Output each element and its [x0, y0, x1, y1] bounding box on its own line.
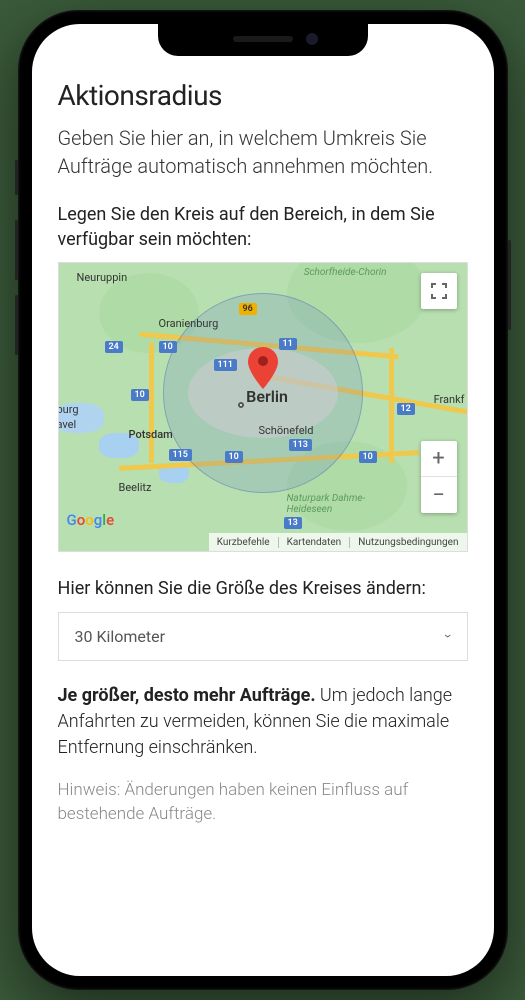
map-fullscreen-button[interactable]	[421, 273, 457, 309]
shield-a10-4: 10	[225, 451, 243, 463]
map-footer-links: Kurzbefehle Kartendaten Nutzungsbedingun…	[209, 533, 467, 551]
shield-a12: 12	[397, 403, 415, 415]
shield-a13: 13	[284, 517, 302, 529]
app-content[interactable]: Aktionsradius Geben Sie hier an, in welc…	[32, 24, 494, 976]
shield-a10-1: 10	[159, 341, 177, 353]
map-zoom-out-button[interactable]: −	[421, 477, 457, 513]
map-data-link[interactable]: Kartendaten	[278, 537, 350, 548]
city-dot	[238, 402, 244, 408]
map-city-potsdam: Potsdam	[129, 428, 173, 441]
shield-a113: 113	[289, 439, 312, 451]
mute-switch	[15, 160, 18, 195]
map-zoom-in-button[interactable]: +	[421, 441, 457, 477]
map-widget[interactable]: Berlin Neuruppin Oranienburg Potsdam Sch…	[58, 262, 468, 552]
volume-down-button	[15, 295, 18, 355]
shield-b96: 96	[239, 303, 257, 315]
map-pin-icon[interactable]	[248, 347, 278, 393]
radius-select-dropdown[interactable]: 30 Kilometer ›	[58, 612, 468, 661]
shield-a10-2: 10	[131, 389, 149, 401]
shield-a24: 24	[105, 341, 123, 353]
explain-text: Je größer, desto mehr Aufträge. Um jedoc…	[58, 683, 468, 761]
phone-screen: Aktionsradius Geben Sie hier an, in welc…	[32, 24, 494, 976]
map-city-frankfurt: Frankf	[434, 393, 465, 406]
phone-notch	[158, 24, 368, 56]
phone-device-frame: Aktionsradius Geben Sie hier an, in welc…	[18, 10, 508, 990]
map-shortcuts-link[interactable]: Kurzbefehle	[209, 537, 278, 548]
page-title: Aktionsradius	[58, 79, 468, 112]
google-logo: Google	[67, 511, 115, 529]
hint-text: Hinweis: Änderungen haben keinen Einflus…	[58, 779, 468, 827]
map-terms-link[interactable]: Nutzungsbedingungen	[349, 537, 466, 548]
shield-a10-3: 10	[359, 451, 377, 463]
map-city-beelitz: Beelitz	[119, 481, 152, 494]
radius-select-value: 30 Kilometer	[75, 627, 166, 646]
map-city-branden: burg	[58, 403, 79, 416]
power-button	[508, 240, 511, 330]
map-city-oranienburg: Oranienburg	[159, 317, 219, 330]
radius-size-label: Hier können Sie die Größe des Kreises än…	[58, 576, 468, 601]
shield-a11: 11	[279, 338, 297, 350]
volume-up-button	[15, 220, 18, 280]
explain-bold: Je größer, desto mehr Aufträge.	[58, 685, 316, 706]
page-subtitle: Geben Sie hier an, in welchem Umkreis Si…	[58, 124, 468, 180]
map-instruction-label: Legen Sie den Kreis auf den Bereich, in …	[58, 202, 468, 252]
shield-a115: 115	[169, 449, 192, 461]
map-city-neuruppin: Neuruppin	[77, 271, 128, 284]
chevron-down-icon: ›	[440, 634, 456, 638]
natural-schorfheide: Schorfheide-Chorin	[304, 267, 387, 278]
map-city-havel: avel	[58, 418, 77, 431]
natural-dahme: Naturpark Dahme-Heideseen	[287, 493, 377, 515]
map-city-schoenefeld: Schönefeld	[259, 424, 314, 437]
shield-a111: 111	[214, 359, 237, 371]
map-zoom-controls: + −	[421, 441, 457, 513]
